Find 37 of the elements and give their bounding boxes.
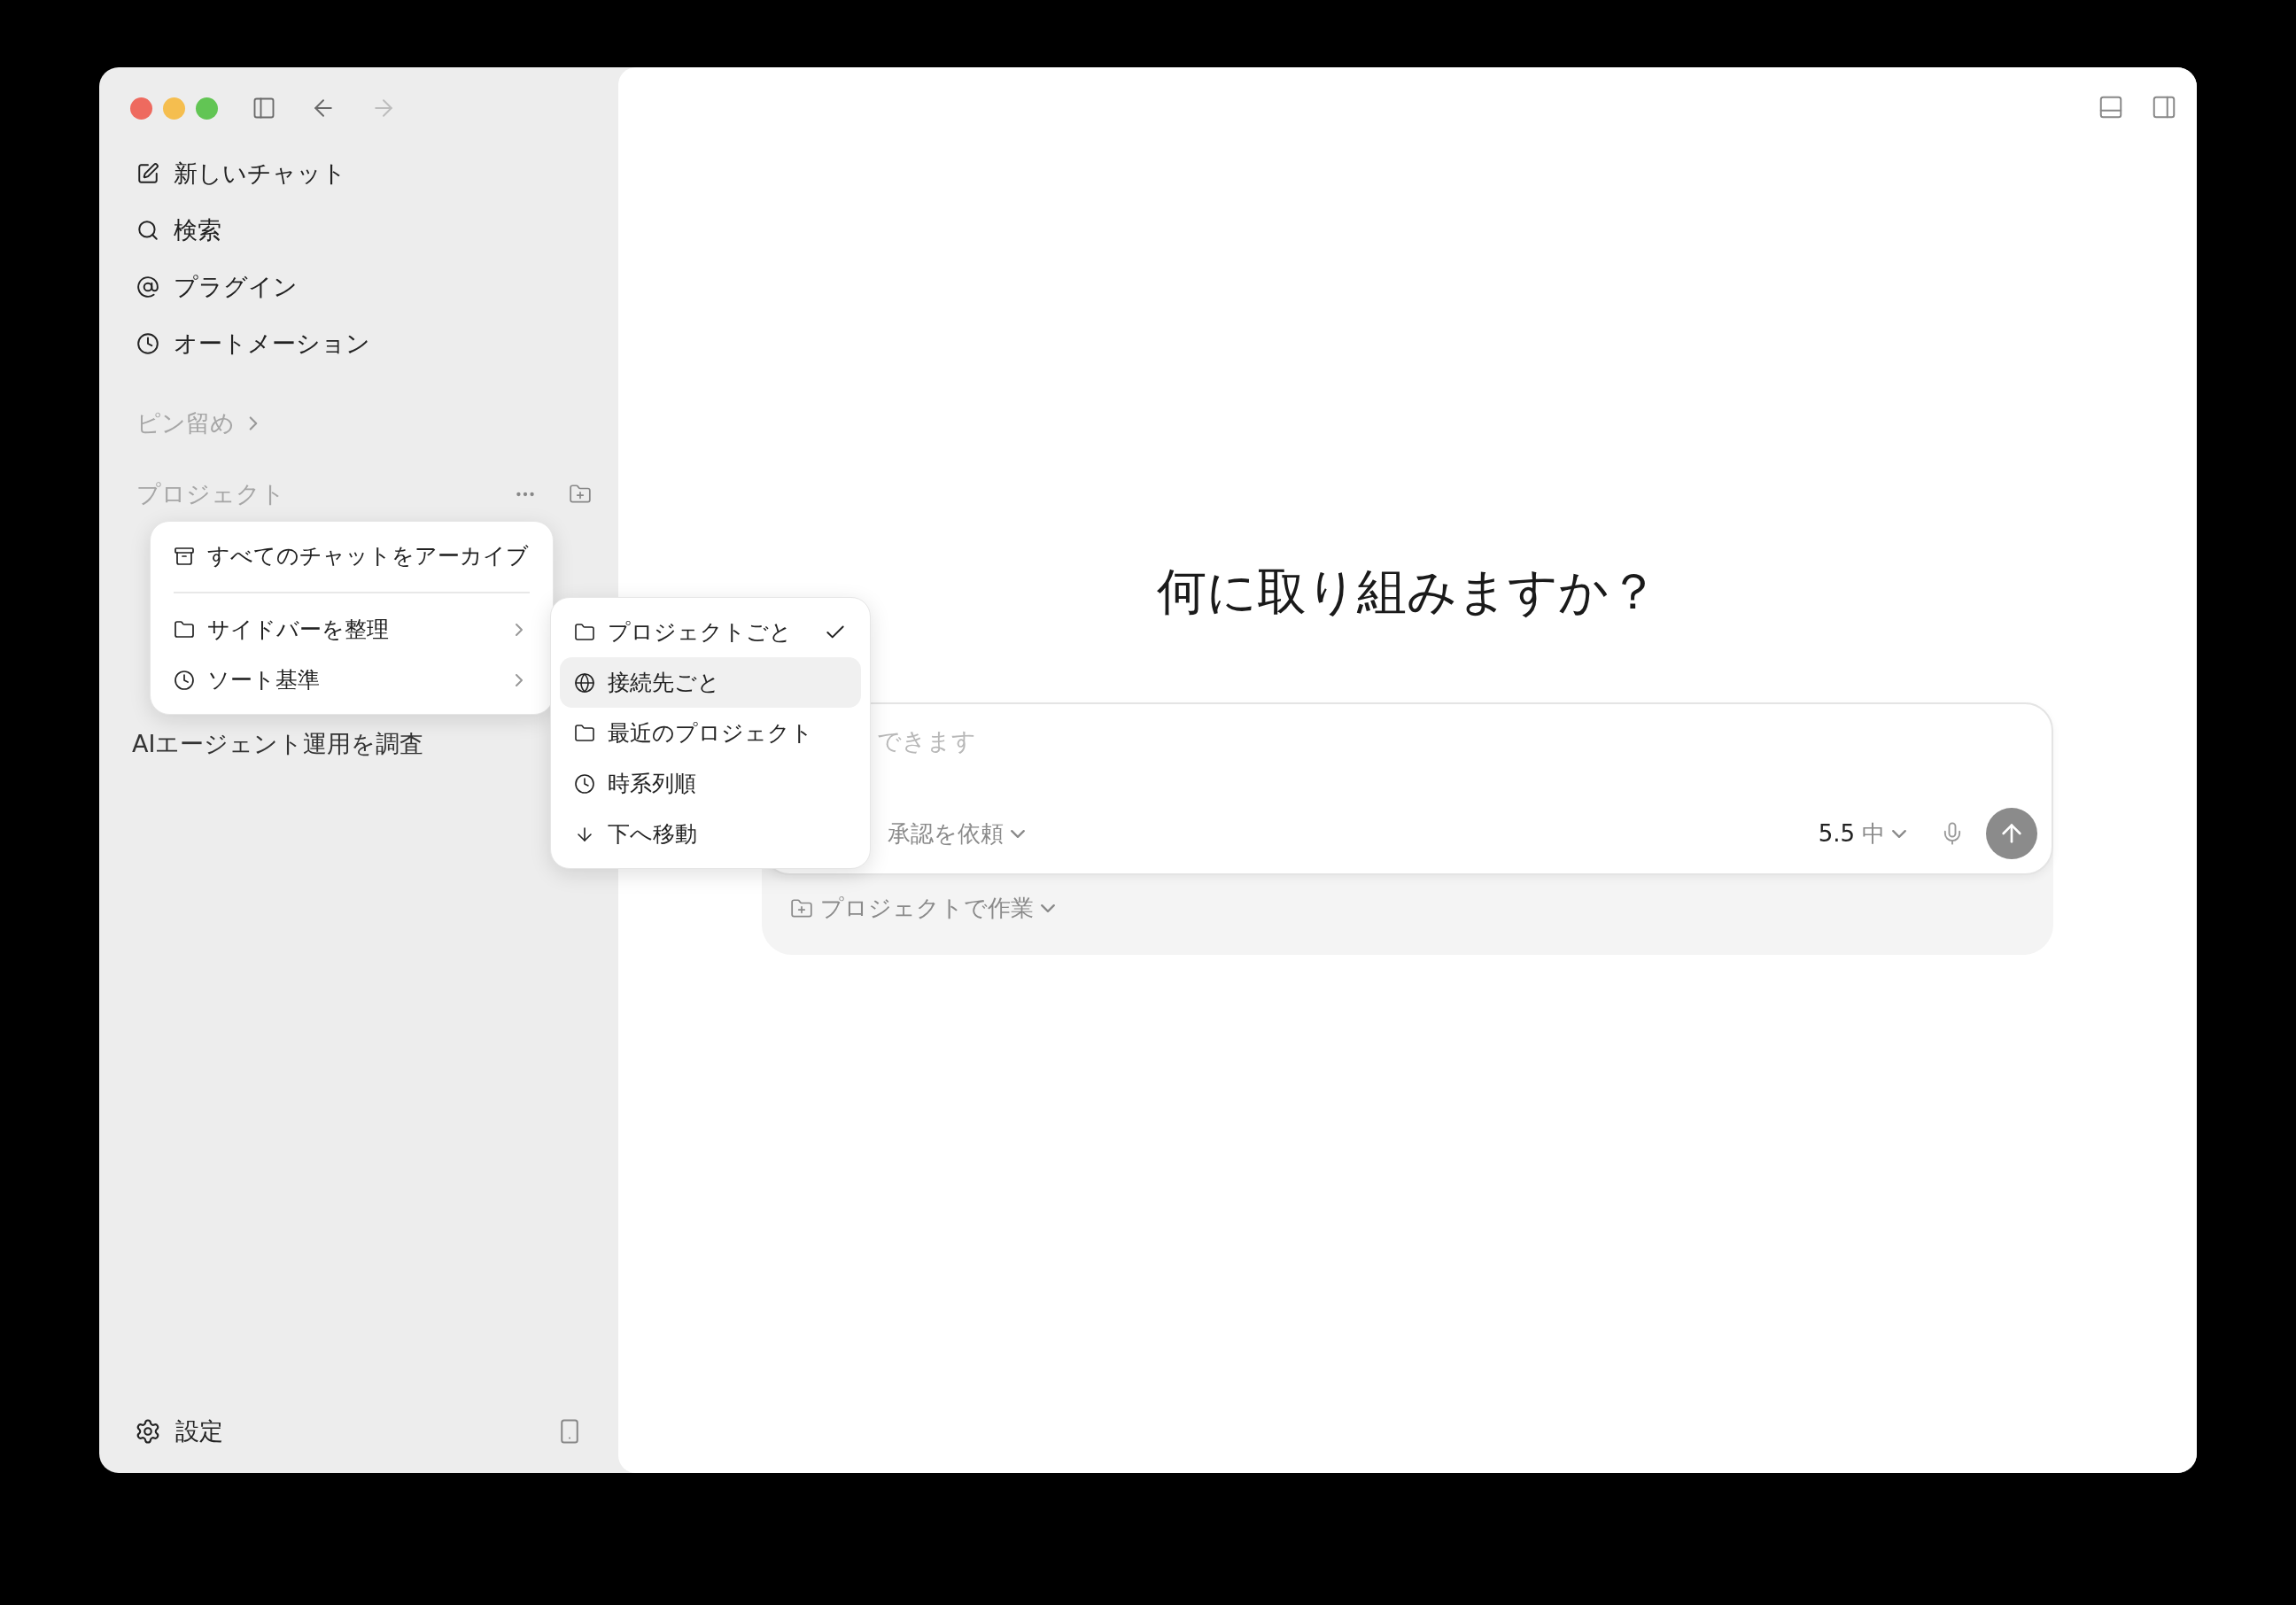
new-chat-icon	[136, 162, 159, 185]
chevron-down-icon	[1892, 829, 1906, 838]
bottom-panel-icon[interactable]	[2098, 94, 2124, 120]
menu-item[interactable]: サイドバーを整理	[159, 604, 544, 655]
archive-icon	[174, 545, 195, 567]
clock-icon	[574, 772, 595, 795]
main-heading: 何に取り組みますか？	[1157, 562, 1658, 622]
folder-icon	[174, 618, 195, 640]
folder-icon	[574, 621, 595, 643]
submenu-item[interactable]: 下へ移動	[560, 809, 861, 859]
model-dropdown[interactable]: 5.5 中	[1818, 818, 1906, 849]
send-button[interactable]	[1986, 808, 2037, 859]
sidebar-nav-item[interactable]: プラグイン	[115, 259, 602, 315]
close-button[interactable]	[130, 97, 152, 120]
submenu-item[interactable]: 時系列順	[560, 758, 861, 809]
globe-icon	[574, 671, 595, 694]
search-icon	[136, 219, 159, 242]
sidebar-nav-item[interactable]: オートメーション	[115, 315, 602, 372]
folder-plus-icon	[790, 896, 813, 920]
sidebar-nav-item[interactable]: 検索	[115, 202, 602, 259]
chevron-down-icon	[1011, 829, 1025, 838]
right-panel-icon[interactable]	[2151, 94, 2177, 120]
chat-item[interactable]: AIエージェント運用を調査	[99, 717, 457, 771]
projects-section-label: プロジェクト	[136, 479, 285, 509]
clock-icon	[174, 669, 195, 691]
menu-item[interactable]: ソート基準	[159, 655, 544, 705]
submenu-item[interactable]: プロジェクトごと	[560, 607, 861, 657]
submenu-item[interactable]: 最近のプロジェクト	[560, 708, 861, 758]
sidebar-nav-item[interactable]: 新しいチャット	[115, 145, 602, 202]
submenu-item[interactable]: 接続先ごと	[560, 657, 861, 708]
folder-icon	[574, 722, 595, 744]
menu-item[interactable]: すべてのチャットをアーカイブ	[159, 531, 544, 581]
new-project-icon[interactable]	[569, 483, 592, 506]
settings-button[interactable]: 設定	[135, 1415, 223, 1447]
settings-icon	[135, 1418, 161, 1445]
chevron-down-icon	[1041, 904, 1055, 912]
zoom-button[interactable]	[196, 97, 218, 120]
